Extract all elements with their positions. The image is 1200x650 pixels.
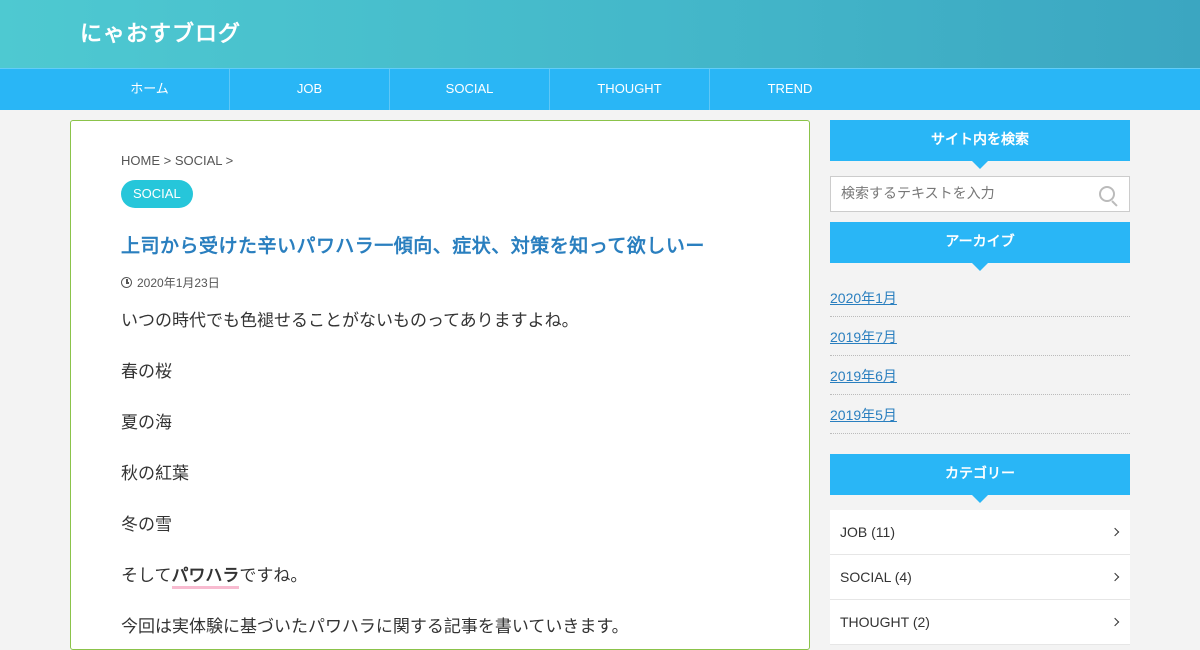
nav-item-thought[interactable]: THOUGHT: [550, 69, 710, 110]
breadcrumb: HOME > SOCIAL >: [121, 153, 233, 168]
post-text: ですね。: [239, 566, 308, 586]
nav-item-social[interactable]: SOCIAL: [390, 69, 550, 110]
archive-item: 2019年6月: [830, 356, 1130, 395]
archive-widget-heading: アーカイブ: [830, 222, 1130, 271]
breadcrumb-category[interactable]: SOCIAL: [175, 153, 222, 168]
category-label: JOB (11): [840, 524, 895, 540]
breadcrumb-separator: >: [222, 153, 234, 168]
post-text: そして: [121, 566, 172, 586]
nav-item-trend[interactable]: TREND: [710, 69, 870, 110]
post-paragraph: 今回は実体験に基づいたパワハラに関する記事を書いていきます。: [121, 617, 629, 637]
global-nav: ホーム JOB SOCIAL THOUGHT TREND: [0, 68, 1200, 110]
chevron-right-icon: [1110, 527, 1120, 537]
archive-item: 2019年5月: [830, 395, 1130, 434]
site-title[interactable]: にゃおすブログ: [80, 16, 241, 48]
search-icon[interactable]: [1099, 186, 1115, 202]
nav-item-home[interactable]: ホーム: [70, 69, 230, 110]
clock-icon: [121, 277, 132, 288]
post-paragraph: そしてパワハラですね。: [121, 561, 308, 589]
search-box: [830, 176, 1130, 212]
archive-link[interactable]: 2019年6月: [830, 368, 897, 384]
archive-link[interactable]: 2020年1月: [830, 290, 897, 306]
chevron-right-icon: [1110, 617, 1120, 627]
chevron-right-icon: [1110, 572, 1120, 582]
post-emphasis: パワハラ: [171, 566, 240, 589]
search-input[interactable]: [831, 177, 1111, 211]
archive-item: 2020年1月: [830, 278, 1130, 317]
article-card: HOME > SOCIAL > SOCIAL 上司から受けた辛いパワハラ一傾向、…: [70, 120, 810, 650]
archive-item: 2019年7月: [830, 317, 1130, 356]
post-paragraph: 冬の雪: [121, 515, 172, 535]
post-date: 2020年1月23日: [121, 274, 220, 291]
category-label: THOUGHT (2): [840, 614, 930, 630]
site-header: にゃおすブログ: [0, 0, 1200, 68]
breadcrumb-separator: >: [160, 153, 175, 168]
post-paragraph: 春の桜: [121, 362, 172, 382]
post-title: 上司から受けた辛いパワハラ一傾向、症状、対策を知って欲しいー: [121, 235, 705, 257]
post-paragraph: 秋の紅葉: [121, 464, 189, 484]
category-item-social[interactable]: SOCIAL (4): [830, 555, 1130, 600]
archive-link[interactable]: 2019年7月: [830, 329, 897, 345]
search-widget-heading: サイト内を検索: [830, 120, 1130, 169]
post-paragraph: 夏の海: [121, 413, 172, 433]
breadcrumb-home[interactable]: HOME: [121, 153, 160, 168]
nav-item-job[interactable]: JOB: [230, 69, 390, 110]
post-date-text: 2020年1月23日: [137, 276, 220, 290]
category-label: SOCIAL (4): [840, 569, 912, 585]
category-item-thought[interactable]: THOUGHT (2): [830, 600, 1130, 645]
category-widget-heading: カテゴリー: [830, 454, 1130, 503]
category-item-job[interactable]: JOB (11): [830, 510, 1130, 555]
category-badge[interactable]: SOCIAL: [121, 180, 193, 208]
post-paragraph: いつの時代でも色褪せることがないものってありますよね。: [121, 311, 579, 331]
archive-link[interactable]: 2019年5月: [830, 407, 897, 423]
